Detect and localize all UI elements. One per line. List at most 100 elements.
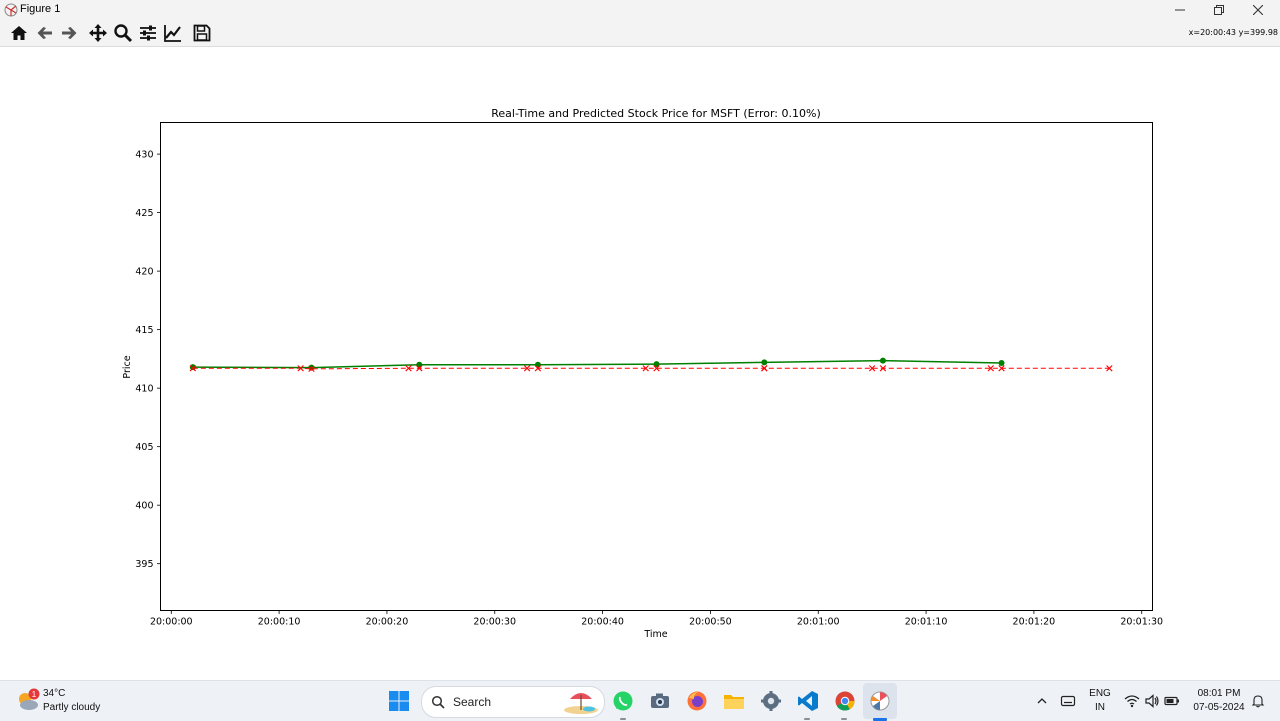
settings-button[interactable] [759, 689, 783, 713]
tablet-tray-button[interactable] [1056, 689, 1080, 713]
window-titlebar: Figure 1 [0, 0, 1280, 20]
minimize-icon [1175, 9, 1185, 11]
battery-icon [1164, 696, 1179, 706]
camera-button[interactable] [648, 689, 672, 713]
region-indicator: IN [1095, 702, 1105, 713]
language-indicator[interactable]: ENG [1088, 688, 1112, 699]
weather-description: Partly cloudy [43, 702, 101, 713]
series-2-line [192, 367, 1110, 370]
chrome-button[interactable] [833, 689, 857, 713]
series-1-point [189, 364, 196, 371]
y-tick-label: 420 [135, 267, 153, 278]
y-tick-label: 430 [135, 150, 153, 161]
chart[interactable]: Real-Time and Predicted Stock Price for … [0, 47, 1280, 680]
zoom-icon [114, 24, 133, 43]
series-1-point [879, 357, 886, 364]
restore-button[interactable] [1199, 0, 1239, 20]
file-explorer-button[interactable] [722, 689, 746, 713]
python-figure-button[interactable] [868, 689, 892, 713]
series-1-point [998, 359, 1005, 366]
taskbar-search-box[interactable]: Search [421, 686, 605, 718]
restore-icon [1214, 5, 1224, 15]
cursor-coordinates: x=20:00:43 y=399.98 [1188, 28, 1278, 37]
x-tick-label: 20:00:20 [366, 617, 409, 628]
whatsapp-button[interactable] [611, 689, 635, 713]
forward-button[interactable] [58, 22, 80, 44]
save-icon [193, 24, 211, 42]
python-figure-icon [870, 691, 890, 711]
series-layer [189, 357, 1113, 373]
y-tick-label: 425 [135, 208, 153, 219]
x-axis-label: Time [643, 629, 667, 640]
whatsapp-icon [613, 691, 633, 711]
start-button[interactable] [387, 689, 411, 713]
speaker-icon [1145, 694, 1159, 708]
weather-icon: 1 [19, 688, 40, 710]
x-tick-label: 20:01:30 [1120, 617, 1163, 628]
weather-badge: 1 [32, 690, 37, 699]
y-tick-label: 415 [135, 325, 153, 336]
vscode-icon [798, 691, 818, 711]
search-icon [431, 695, 445, 709]
notifications-button[interactable] [1246, 689, 1270, 713]
clock-time[interactable]: 08:01 PM [1188, 688, 1250, 699]
forward-icon [62, 27, 77, 39]
y-tick-label: 395 [135, 559, 153, 570]
chrome-icon [835, 691, 855, 711]
save-button[interactable] [191, 22, 213, 44]
chart-title: Real-Time and Predicted Stock Price for … [491, 107, 820, 120]
weather-temperature: 34°C [43, 688, 66, 699]
file-explorer-icon [724, 695, 744, 709]
clock-date: 07-05-2024 [1193, 702, 1245, 713]
firefox-button[interactable] [685, 689, 709, 713]
minimize-button[interactable] [1160, 0, 1200, 20]
zoom-button[interactable] [112, 22, 134, 44]
x-tick-label: 20:01:10 [905, 617, 948, 628]
back-button[interactable] [34, 22, 56, 44]
y-tick-label: 400 [135, 501, 153, 512]
close-button[interactable] [1238, 0, 1278, 20]
x-axis: 20:00:00 20:00:10 20:00:20 20:00:30 20:00:40… [150, 610, 1163, 628]
configure-subplots-icon [140, 25, 156, 41]
pan-icon [89, 24, 107, 42]
battery-button[interactable] [1160, 689, 1184, 713]
bell-icon [1251, 695, 1265, 708]
matplotlib-app-icon [4, 3, 18, 17]
configure-subplots-button[interactable] [137, 22, 159, 44]
chevron-up-icon [1037, 698, 1047, 704]
home-button[interactable] [8, 22, 30, 44]
series-1-point [761, 359, 768, 366]
camera-icon [651, 693, 669, 708]
home-icon [11, 26, 27, 40]
windows-taskbar: 1 34°C Partly cloudy Search ENG IN 08:01… [0, 680, 1280, 721]
windows-start-icon [389, 691, 409, 711]
keyboard-device-icon [1060, 695, 1076, 707]
x-tick-label: 20:00:30 [473, 617, 516, 628]
y-axis: 395 400 405 410 415 420 425 430 [135, 150, 161, 570]
x-tick-label: 20:01:00 [797, 617, 840, 628]
back-icon [37, 27, 52, 39]
vscode-button[interactable] [796, 689, 820, 713]
window-title: Figure 1 [20, 3, 61, 15]
x-tick-label: 20:00:10 [258, 617, 301, 628]
close-icon [1253, 5, 1263, 15]
x-tick-label: 20:00:00 [150, 617, 193, 628]
series-1-point [308, 364, 315, 371]
pan-button[interactable] [87, 22, 109, 44]
edit-axis-button[interactable] [162, 22, 184, 44]
beach-widget-icon [564, 693, 598, 714]
y-tick-label: 410 [135, 384, 153, 395]
weather-widget-button[interactable]: 1 [14, 687, 42, 715]
x-tick-label: 20:00:40 [581, 617, 624, 628]
x-tick-label: 20:00:50 [689, 617, 732, 628]
search-label: Search [453, 695, 492, 709]
wifi-icon [1124, 695, 1140, 708]
figure-canvas[interactable]: Real-Time and Predicted Stock Price for … [0, 47, 1280, 680]
show-hidden-icons-button[interactable] [1030, 689, 1054, 713]
matplotlib-toolbar: x=20:00:43 y=399.98 [0, 20, 1280, 47]
settings-icon [761, 691, 781, 711]
edit-axis-icon [164, 25, 181, 42]
firefox-icon [687, 691, 707, 711]
y-tick-label: 405 [135, 442, 153, 453]
y-axis-label: Price [122, 355, 133, 378]
